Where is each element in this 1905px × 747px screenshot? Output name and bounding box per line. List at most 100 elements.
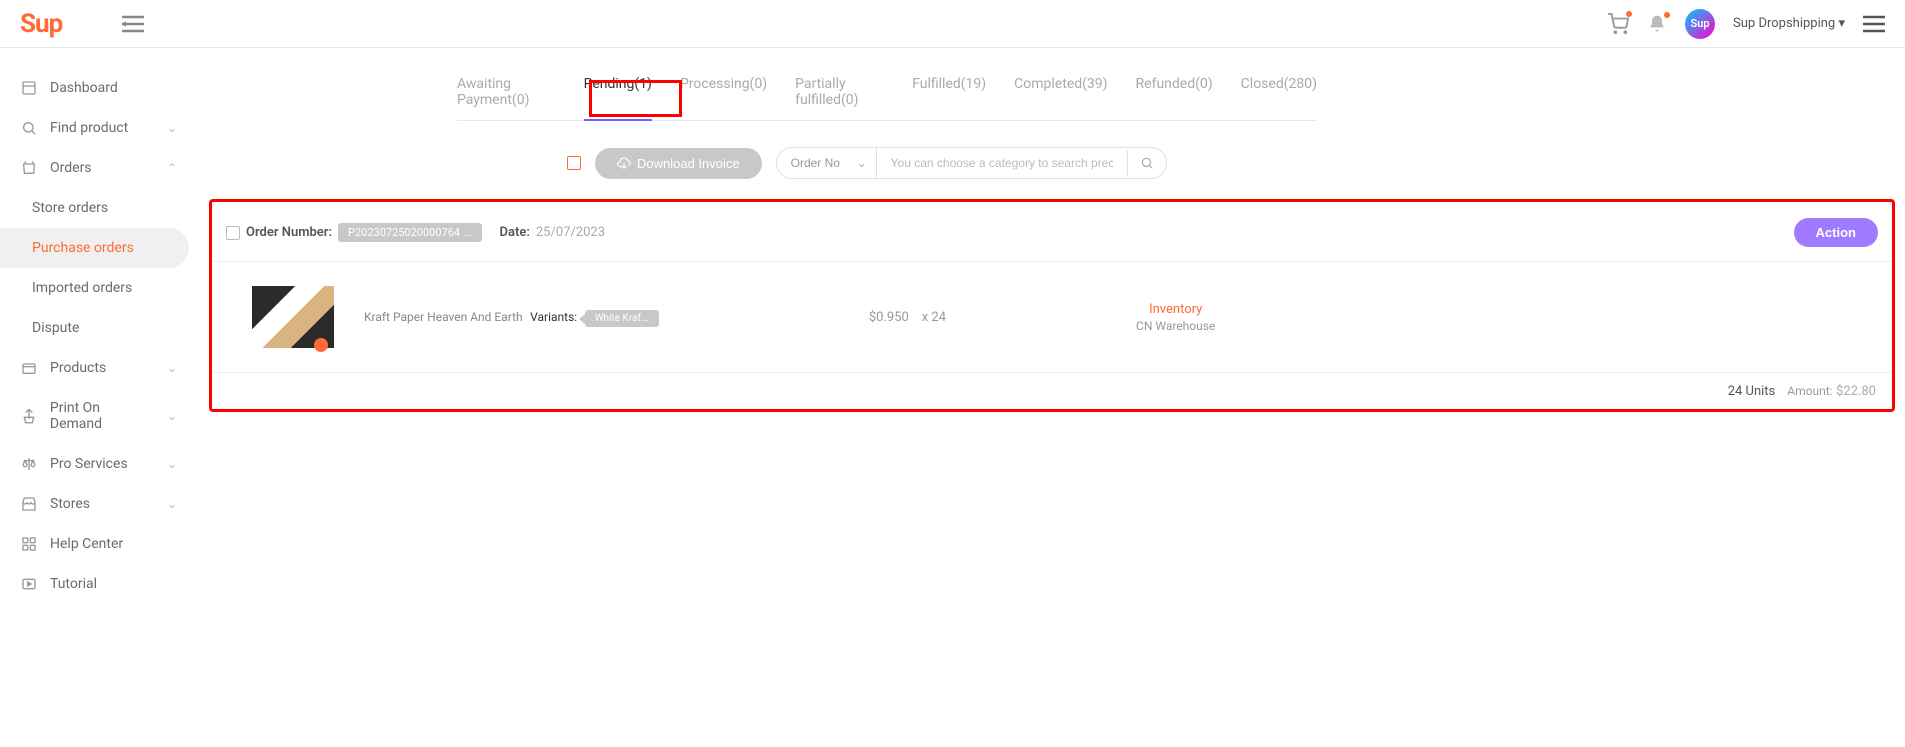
order-card: Order Number: P20230725020000764 ... Dat…	[209, 199, 1895, 412]
sidebar-item-label: Find product	[50, 120, 128, 136]
header-left: Sup	[20, 9, 144, 39]
store-icon	[20, 496, 38, 512]
sidebar-item-label: Dispute	[32, 320, 79, 336]
cart-badge-dot	[1626, 11, 1632, 17]
sidebar-item-orders[interactable]: Orders ⌃	[0, 148, 197, 188]
sidebar-item-pro-services[interactable]: Pro Services ⌄	[0, 444, 197, 484]
tab-refunded[interactable]: Refunded(0)	[1136, 68, 1213, 120]
order-status-tabs: Awaiting Payment(0) Pending(1) Processin…	[457, 68, 1317, 121]
order-card-footer: 24 Units Amount: $22.80	[212, 373, 1892, 409]
order-date-label: Date:	[500, 225, 530, 240]
sidebar-toggle-icon[interactable]	[122, 15, 144, 33]
inventory-block: Inventory CN Warehouse	[1136, 302, 1215, 333]
main-layout: Dashboard Find product ⌄ Orders ⌃ Store …	[0, 48, 1905, 604]
tab-processing[interactable]: Processing(0)	[680, 68, 767, 120]
search-submit-icon[interactable]	[1127, 150, 1166, 176]
hamburger-menu-icon[interactable]	[1863, 15, 1885, 33]
chevron-down-icon: ⌄	[167, 409, 177, 423]
sidebar-item-label: Help Center	[50, 536, 123, 552]
order-toolbar: Download Invoice Order No	[567, 147, 1905, 179]
unit-price: $0.950	[869, 310, 909, 325]
sidebar-item-print-on-demand[interactable]: Print On Demand ⌄	[0, 388, 197, 444]
sidebar-item-label: Dashboard	[50, 80, 118, 96]
tab-closed[interactable]: Closed(280)	[1241, 68, 1317, 120]
orders-icon	[20, 160, 38, 176]
order-select-checkbox[interactable]	[226, 226, 240, 240]
top-header: Sup Sup Sup Dropshipping ▾	[0, 0, 1905, 48]
tab-awaiting-payment[interactable]: Awaiting Payment(0)	[457, 68, 556, 120]
order-date-value: 25/07/2023	[536, 225, 605, 240]
sidebar-item-imported-orders[interactable]: Imported orders	[0, 268, 197, 308]
avatar[interactable]: Sup	[1685, 9, 1715, 39]
brand-logo[interactable]: Sup	[20, 9, 62, 39]
product-info: Kraft Paper Heaven And Earth Variants: W…	[364, 309, 659, 325]
price-block: $0.950 x 24	[869, 310, 946, 325]
cloud-download-icon	[617, 156, 631, 170]
user-name: Sup Dropshipping	[1733, 16, 1835, 31]
search-input[interactable]	[877, 148, 1127, 178]
download-invoice-label: Download Invoice	[637, 156, 740, 171]
order-line-item: Kraft Paper Heaven And Earth Variants: W…	[212, 262, 1892, 373]
chevron-up-icon: ⌃	[167, 161, 177, 175]
product-name: Kraft Paper Heaven And Earth	[364, 310, 523, 324]
search-category-select[interactable]: Order No	[777, 148, 877, 178]
scales-icon	[20, 456, 38, 472]
tab-partially-fulfilled[interactable]: Partially fulfilled(0)	[795, 68, 884, 120]
sidebar-item-purchase-orders[interactable]: Purchase orders	[0, 228, 189, 268]
sidebar: Dashboard Find product ⌄ Orders ⌃ Store …	[0, 48, 197, 604]
warehouse-label: CN Warehouse	[1136, 319, 1215, 333]
sidebar-item-label: Orders	[50, 160, 92, 176]
sidebar-item-find-product[interactable]: Find product ⌄	[0, 108, 197, 148]
select-all-checkbox[interactable]	[567, 156, 581, 170]
tab-pending[interactable]: Pending(1)	[584, 68, 652, 120]
order-number-label: Order Number:	[246, 225, 332, 240]
header-right: Sup Sup Dropshipping ▾	[1607, 9, 1885, 39]
product-thumbnail[interactable]	[252, 286, 334, 348]
bell-badge-dot	[1664, 12, 1670, 18]
quantity: x 24	[922, 310, 946, 325]
variant-pill: White Kraf...	[585, 310, 659, 327]
units-text: 24 Units	[1728, 384, 1776, 399]
cart-icon[interactable]	[1607, 13, 1629, 35]
amount-value: $22.80	[1836, 384, 1876, 399]
download-invoice-button[interactable]: Download Invoice	[595, 148, 762, 179]
sidebar-item-dashboard[interactable]: Dashboard	[0, 68, 197, 108]
sidebar-item-help-center[interactable]: Help Center	[0, 524, 197, 564]
chevron-down-icon: ⌄	[167, 361, 177, 375]
sidebar-item-tutorial[interactable]: Tutorial	[0, 564, 197, 604]
sidebar-item-dispute[interactable]: Dispute	[0, 308, 197, 348]
grid-icon	[20, 536, 38, 552]
sidebar-item-label: Purchase orders	[32, 240, 134, 256]
tab-completed[interactable]: Completed(39)	[1014, 68, 1107, 120]
sidebar-item-label: Tutorial	[50, 576, 97, 592]
bell-icon[interactable]	[1647, 14, 1667, 34]
order-number-value: P20230725020000764 ...	[338, 223, 481, 242]
sidebar-item-label: Print On Demand	[50, 400, 155, 432]
search-group: Order No	[776, 147, 1167, 179]
dashboard-icon	[20, 80, 38, 96]
order-card-header: Order Number: P20230725020000764 ... Dat…	[212, 214, 1892, 262]
tab-fulfilled[interactable]: Fulfilled(19)	[912, 68, 986, 120]
user-menu[interactable]: Sup Dropshipping ▾	[1733, 16, 1845, 31]
inventory-link[interactable]: Inventory	[1136, 302, 1215, 317]
play-icon	[20, 576, 38, 592]
sidebar-item-label: Store orders	[32, 200, 108, 216]
variants-label: Variants:	[530, 310, 577, 324]
sidebar-item-products[interactable]: Products ⌄	[0, 348, 197, 388]
sidebar-item-label: Products	[50, 360, 106, 376]
chevron-down-icon: ⌄	[167, 457, 177, 471]
sidebar-item-label: Pro Services	[50, 456, 128, 472]
main-content: Awaiting Payment(0) Pending(1) Processin…	[197, 48, 1905, 604]
sidebar-item-label: Stores	[50, 496, 90, 512]
search-icon	[20, 120, 38, 136]
products-icon	[20, 360, 38, 376]
order-action-button[interactable]: Action	[1794, 218, 1878, 247]
sidebar-item-store-orders[interactable]: Store orders	[0, 188, 197, 228]
search-category-wrap: Order No	[777, 148, 877, 178]
sidebar-item-stores[interactable]: Stores ⌄	[0, 484, 197, 524]
sidebar-item-label: Imported orders	[32, 280, 132, 296]
pod-icon	[20, 408, 38, 424]
chevron-down-icon: ⌄	[167, 497, 177, 511]
chevron-down-icon: ⌄	[167, 121, 177, 135]
amount-label: Amount:	[1787, 384, 1832, 398]
